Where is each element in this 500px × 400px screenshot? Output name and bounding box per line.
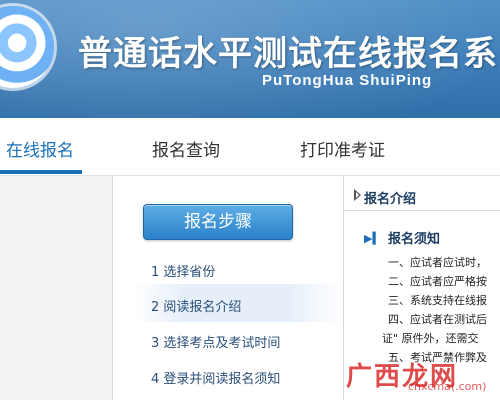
steps-panel: 报名步骤 1 选择省份 2 阅读报名介绍 3 选择考点及考试时间 4 登录并阅读… <box>113 176 344 400</box>
tab-registration-query[interactable]: 报名查询 <box>152 136 220 161</box>
step-4-login-read-notice[interactable]: 4 登录并阅读报名须知 <box>151 368 280 387</box>
rule-item: 一、应试者应试时， <box>388 256 487 269</box>
rule-item: 三、系统支持在线报 <box>388 294 487 307</box>
site-subtitle: PuTongHua ShuiPing <box>262 72 433 89</box>
registration-steps-button[interactable]: 报名步骤 <box>143 204 293 240</box>
notice-bullet-icon: ▶▍ <box>364 232 381 245</box>
tab-print-admission-ticket[interactable]: 打印准考证 <box>300 136 385 161</box>
step-1-select-province[interactable]: 1 选择省份 <box>151 261 215 280</box>
section-title: 报名介绍 <box>364 192 417 207</box>
rule-item: 证" 原件外，还需交 <box>382 332 479 345</box>
site-title: 普通话水平测试在线报名系 <box>78 34 498 74</box>
notice-title: 报名须知 <box>388 232 441 247</box>
section-divider <box>344 210 500 211</box>
main-nav: 在线报名 报名查询 打印准考证 <box>0 118 500 176</box>
step-2-read-introduction[interactable]: 2 阅读报名介绍 <box>151 296 241 315</box>
rule-item: 四、应试者在测试后 <box>388 313 487 326</box>
step-3-select-test-center[interactable]: 3 选择考点及考试时间 <box>151 332 280 351</box>
tab-online-registration[interactable]: 在线报名 <box>6 136 74 161</box>
rule-item: 二、应试者应严格按 <box>388 275 487 288</box>
active-tab-indicator <box>0 170 82 174</box>
section-arrow-inner <box>356 192 359 198</box>
logo-icon <box>0 6 54 88</box>
watermark-url: cnxcma(.com) <box>408 380 487 393</box>
watermark: 广西龙网 cnxcma(.com) <box>346 356 500 396</box>
left-gutter <box>0 176 113 400</box>
header-banner: 普通话水平测试在线报名系 PuTongHua ShuiPing <box>0 0 500 118</box>
